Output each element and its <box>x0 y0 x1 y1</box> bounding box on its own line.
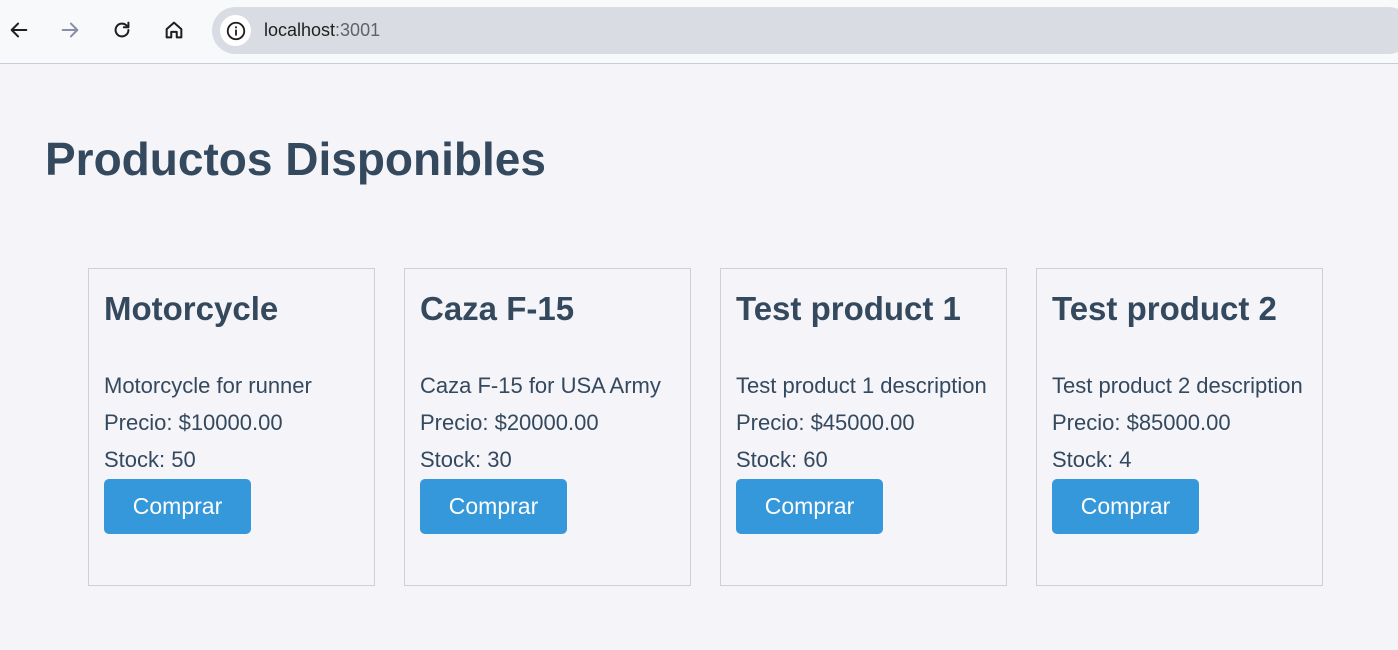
buy-button[interactable]: Comprar <box>1052 479 1199 534</box>
page-title: Productos Disponibles <box>45 133 546 185</box>
site-info-icon[interactable] <box>220 15 251 46</box>
product-name: Test product 1 <box>736 290 961 327</box>
reload-icon <box>114 21 130 38</box>
home-button[interactable] <box>158 14 190 46</box>
buy-button[interactable]: Comprar <box>420 479 567 534</box>
buy-button[interactable]: Comprar <box>736 479 883 534</box>
product-price: Precio: $20000.00 <box>420 410 599 435</box>
product-name: Caza F-15 <box>420 290 575 327</box>
address-bar[interactable]: localhost:3001 <box>212 7 1398 54</box>
product-details: Motorcycle for runner Precio: $10000.00 … <box>104 367 366 534</box>
product-stock: Stock: 60 <box>736 447 828 472</box>
forward-button[interactable] <box>54 14 86 46</box>
product-price: Precio: $85000.00 <box>1052 410 1231 435</box>
arrow-left-icon <box>10 22 28 38</box>
product-stock: Stock: 50 <box>104 447 196 472</box>
product-details: Caza F-15 for USA Army Precio: $20000.00… <box>420 367 682 534</box>
product-description: Caza F-15 for USA Army <box>420 373 661 398</box>
url-text: localhost:3001 <box>264 20 380 41</box>
product-stock: Stock: 30 <box>420 447 512 472</box>
url-host: localhost <box>264 20 336 40</box>
product-stock: Stock: 4 <box>1052 447 1132 472</box>
arrow-right-icon <box>61 22 79 38</box>
buy-button[interactable]: Comprar <box>104 479 251 534</box>
product-name: Motorcycle <box>104 290 279 327</box>
product-details: Test product 1 description Precio: $4500… <box>736 367 998 534</box>
back-button[interactable] <box>3 14 35 46</box>
product-price: Precio: $45000.00 <box>736 410 915 435</box>
reload-button[interactable] <box>106 14 138 46</box>
product-card: Motorcycle Motorcycle for runner Precio:… <box>88 268 375 586</box>
product-card: Caza F-15 Caza F-15 for USA Army Precio:… <box>404 268 691 586</box>
product-name: Test product 2 <box>1052 290 1277 327</box>
product-description: Test product 2 description <box>1052 373 1303 398</box>
browser-toolbar: localhost:3001 <box>0 0 1398 64</box>
product-card: Test product 1 Test product 1 descriptio… <box>720 268 1007 586</box>
product-card: Test product 2 Test product 2 descriptio… <box>1036 268 1323 586</box>
product-price: Precio: $10000.00 <box>104 410 283 435</box>
home-icon <box>165 21 183 39</box>
product-description: Test product 1 description <box>736 373 987 398</box>
product-details: Test product 2 description Precio: $8500… <box>1052 367 1314 534</box>
url-port: :3001 <box>335 20 381 40</box>
product-description: Motorcycle for runner <box>104 373 312 398</box>
